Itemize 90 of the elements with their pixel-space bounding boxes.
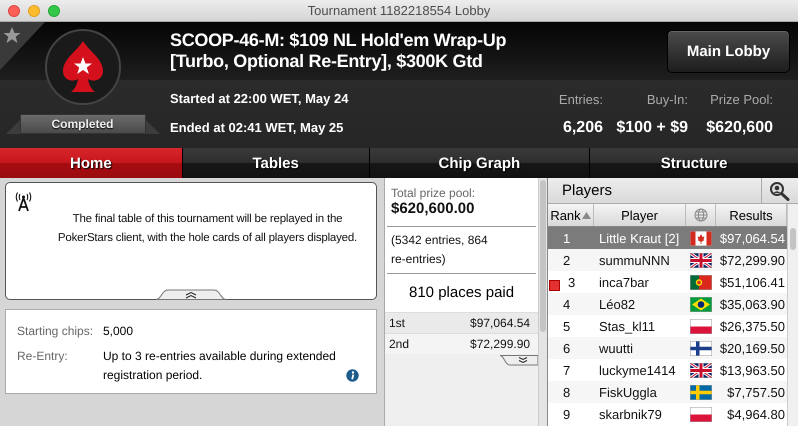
tab[interactable]: Home [0, 148, 182, 178]
entries-text: (5342 entries, 864 re-entries) [391, 232, 489, 268]
player-row[interactable]: 2 summuNNN $72,299.90 [548, 249, 787, 271]
collapse-tab[interactable] [156, 289, 226, 300]
end-time: Ended at 02:41 WET, May 25 [170, 120, 344, 135]
payout-place: 1st [389, 316, 406, 330]
info-icon[interactable] [346, 369, 359, 382]
rank-cell: 8 [563, 384, 570, 400]
flag-icon [690, 340, 712, 356]
result-cell-text: $35,063.90 [718, 296, 786, 312]
player-row[interactable]: 9 skarbnik79 $4,964.80 [548, 403, 787, 425]
player-name: Little Kraut [2] [598, 230, 680, 246]
scrollbar[interactable] [538, 178, 548, 426]
places-paid: 810 places paid [408, 283, 516, 303]
stat-label: Buy-In: [646, 92, 688, 107]
search-icon [769, 180, 791, 200]
detail-label: Starting chips: [17, 323, 94, 340]
player-row[interactable]: 8 FiskUggla $7,757.50 [548, 381, 787, 403]
scrollbar[interactable] [787, 204, 798, 426]
rank-cell: 4 [563, 296, 570, 312]
detail-value: 5,000 [103, 323, 134, 340]
detail-label: Re-Entry: [17, 348, 69, 365]
player-name: Stas_kl11 [598, 318, 656, 334]
player-name: summuNNN [598, 252, 671, 268]
player-name: wuutti [598, 340, 634, 356]
rank-cell: 2 [563, 252, 570, 268]
flag-icon [690, 274, 712, 290]
stat-label: Prize Pool: [710, 92, 773, 107]
result-cell-text: $7,757.50 [726, 384, 786, 400]
player-row[interactable]: 3 inca7bar $51,106.41 [548, 271, 787, 293]
player-name: Léo82 [598, 296, 636, 312]
player-row[interactable]: 5 Stas_kl11 $26,375.50 [548, 315, 787, 337]
result-cell-text: $20,169.50 [718, 340, 786, 356]
flag-icon [690, 406, 712, 422]
tournament-title: SCOOP-46-M: $109 NL Hold'em Wrap-Up [170, 30, 506, 51]
result-cell-text: $26,375.50 [718, 318, 786, 334]
globe-icon [694, 208, 708, 222]
player-name: luckyme1414 [598, 362, 677, 378]
total-prize-value: $620,600.00 [391, 200, 476, 219]
status-label: Completed [20, 114, 146, 134]
ribbon-end [146, 120, 160, 134]
stat-label: Entries: [558, 92, 603, 107]
player-row[interactable]: 6 wuutti $20,169.50 [548, 337, 787, 359]
result-cell-text: $4,964.80 [726, 406, 786, 422]
rank-cell: 5 [563, 318, 570, 334]
stat-value: $100 + $9 [616, 119, 688, 137]
column-header[interactable]: Rank [548, 204, 594, 226]
flag-icon [690, 318, 712, 334]
flag-icon [690, 362, 712, 378]
result-cell-text: $97,064.54 [718, 230, 786, 246]
rank-cell: 7 [563, 362, 570, 378]
result-cell-text: $72,299.90 [718, 252, 786, 268]
detail-value: Up to 3 re-entries available during extended registration period. [103, 348, 337, 384]
player-name: FiskUggla [598, 384, 658, 400]
notice-text: The final table of this tournament will be replayed in the PokerStars client, with the hole cards of all players displayed. [56, 212, 358, 246]
payout-amount: $72,299.90 [470, 337, 530, 351]
rank-cell: 1 [563, 230, 570, 246]
payout-amount: $97,064.54 [470, 316, 530, 330]
favorite-star-icon[interactable] [0, 22, 45, 70]
expand-tab[interactable] [500, 355, 538, 366]
result-cell-text: $51,106.41 [718, 274, 786, 290]
column-header[interactable]: Player [594, 204, 686, 226]
result-cell-text: $13,963.50 [718, 362, 786, 378]
window-title: Tournament 1182218554 Lobby [308, 3, 490, 18]
close-button[interactable] [8, 4, 20, 16]
tab[interactable]: Chip Graph [370, 148, 590, 178]
tab[interactable]: Tables [182, 148, 369, 178]
rank-cell: 3 [568, 274, 576, 290]
player-row[interactable]: 4 Léo82 $35,063.90 [548, 293, 787, 315]
payout-place: 2nd [389, 337, 410, 351]
player-name: skarbnik79 [598, 406, 663, 422]
player-row[interactable]: 1 Little Kraut [2] $97,064.54 [548, 227, 787, 249]
stat-value: 6,206 [562, 119, 603, 137]
broadcast-icon [15, 192, 32, 212]
total-prize-label: Total prize pool: [391, 186, 476, 200]
flag-icon [690, 230, 712, 246]
zoom-button[interactable] [48, 4, 60, 16]
flag-icon [690, 252, 712, 268]
panel-title: Players [561, 181, 614, 201]
flag-icon [690, 296, 712, 312]
main-lobby-button[interactable]: Main Lobby [667, 30, 790, 73]
rank-cell: 6 [563, 340, 570, 356]
stat-value: $620,600 [706, 119, 773, 137]
start-time: Started at 22:00 WET, May 24 [170, 91, 350, 106]
flag-icon [690, 384, 712, 400]
player-name: inca7bar [598, 274, 650, 290]
tab[interactable]: Structure [590, 148, 798, 178]
tournament-title: [Turbo, Optional Re-Entry], $300K Gtd [170, 51, 483, 72]
ribbon-end [6, 120, 20, 134]
rank-cell: 9 [563, 406, 570, 422]
